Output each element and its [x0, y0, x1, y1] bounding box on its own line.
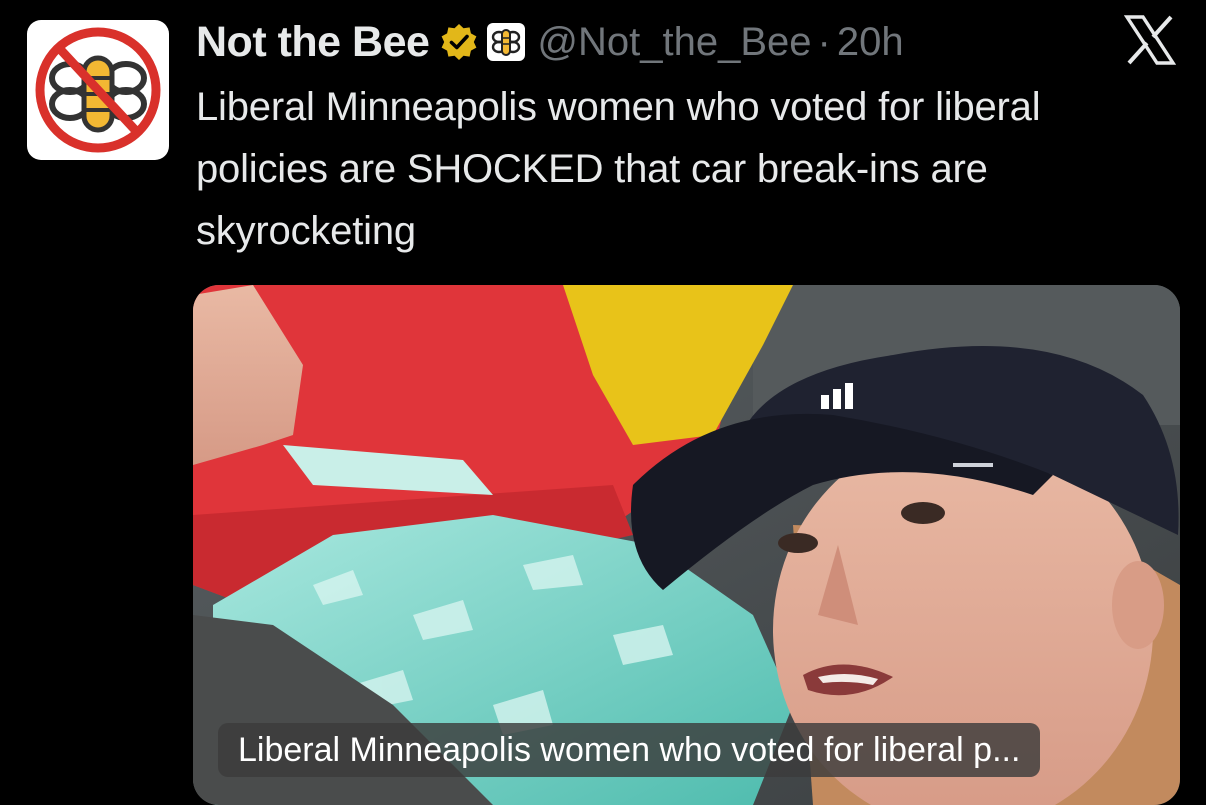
tweet-text: Liberal Minneapolis women who voted for …: [196, 85, 1041, 253]
display-name[interactable]: Not the Bee: [196, 18, 430, 67]
header-separator: ·: [817, 19, 831, 64]
user-handle[interactable]: @Not_the_Bee: [537, 20, 811, 65]
media-caption: Liberal Minneapolis women who voted for …: [218, 723, 1041, 777]
tweet-header: Not the Bee @Not_the_Bee · 20h: [196, 14, 904, 70]
x-logo-icon: [1123, 14, 1177, 66]
gold-verified-badge-icon[interactable]: [439, 22, 479, 62]
avatar[interactable]: [27, 20, 169, 160]
bee-affiliate-badge-icon[interactable]: [487, 23, 526, 61]
tweet-timestamp[interactable]: 20h: [837, 20, 904, 65]
not-the-bee-logo-icon: [35, 27, 161, 153]
